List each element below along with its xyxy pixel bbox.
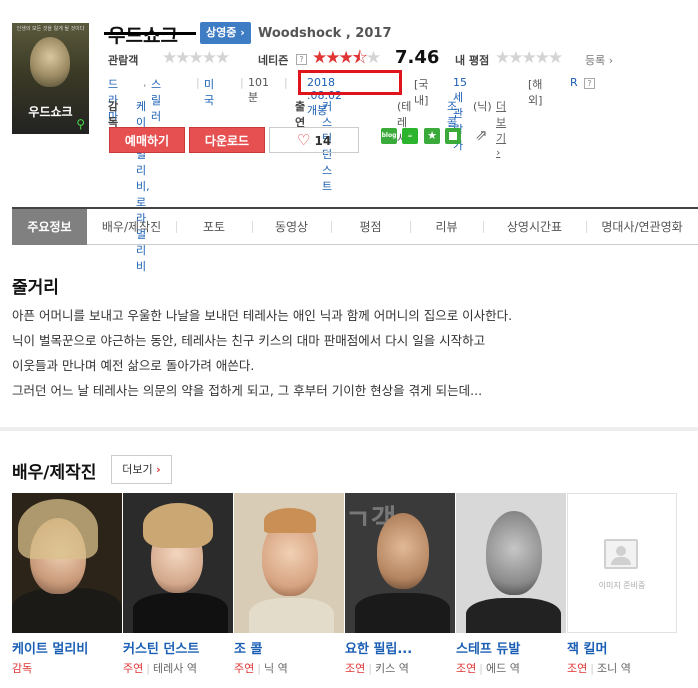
poster-face-art [30, 37, 70, 87]
divider: | [240, 76, 244, 89]
synopsis-body: 아픈 어머니를 보내고 우울한 나날을 보내던 테레사는 애인 닉과 함께 어머… [12, 303, 692, 403]
tab-showtimes[interactable]: 상영시간표 [483, 209, 586, 245]
download-button[interactable]: 다운로드 [189, 127, 265, 153]
movie-poster[interactable]: 인생의 모든 것을 잃게 될 것이다 우드쇼크 ⚲ [12, 23, 89, 134]
movie-tabs: 주요정보 배우/제작진 포토 동영상 평점 리뷰 상영시간표 명대사/연관영화 [12, 207, 698, 245]
no-image-label: 이미지 준비중 [598, 581, 646, 590]
cast-more-button[interactable]: 더보기 › [111, 455, 172, 484]
cast-name-4[interactable]: 요한 필립... [345, 638, 412, 657]
audience-label: 관람객 [108, 54, 139, 67]
cast-more-link[interactable]: 더보기 › [496, 98, 506, 159]
netizen-score: 7.46 [395, 47, 440, 68]
directors-link[interactable]: 케이트 멀리비, 로라 멀리비 [136, 98, 150, 274]
tab-photo[interactable]: 포토 [176, 209, 252, 245]
blog-share-icon[interactable]: blog [381, 128, 397, 144]
zoom-icon[interactable]: ⚲ [76, 117, 85, 131]
foreign-label: [해외] [528, 78, 543, 107]
cast-photo-2[interactable] [123, 493, 233, 633]
cast-type: 조연 [456, 662, 477, 675]
genre-separator: , [143, 76, 147, 89]
domestic-label: [국내] [414, 78, 429, 107]
netizen-stars: ★★★⯪★ [312, 48, 381, 68]
tab-cast-crew[interactable]: 배우/제작진 [87, 209, 176, 245]
ratings-row: 관람객 ★★★★★ 네티즌 ? ★★★⯪★ 7.46 내 평점 ★★★★★ 등록… [108, 47, 698, 70]
synopsis-line: 이웃들과 만나며 예전 삶으로 돌아가려 애쓴다. [12, 358, 255, 373]
cast-role-1: 감독 [12, 660, 32, 676]
cast-type: 주연 [123, 662, 144, 675]
cast-label: 출연 [295, 100, 306, 129]
cast-name-1[interactable]: 케이트 멀리비 [12, 638, 88, 657]
cast-role-2: 주연 | 테레사 역 [123, 662, 197, 675]
cast-section-title: 배우/제작진 [12, 463, 97, 483]
cast-role-6: 조연 | 조니 역 [567, 662, 631, 675]
poster-tagline: 인생의 모든 것을 잃게 될 것이다 [16, 26, 85, 32]
cafe-share-icon[interactable]: ☕ [402, 128, 418, 144]
original-title: Woodshock , 2017 [258, 26, 392, 41]
reserve-button[interactable]: 예매하기 [109, 127, 185, 153]
like-count: 14 [314, 134, 332, 148]
chevron-right-icon: › [156, 463, 161, 476]
share-export-icon[interactable]: ⇗ [475, 126, 488, 144]
cast-photo-placeholder: 이미지 준비중 [567, 493, 677, 633]
cast-photo-1[interactable] [12, 493, 122, 633]
cast-name-5[interactable]: 스테프 듀발 [456, 638, 520, 657]
divider: | [284, 76, 288, 89]
tab-quotes-related[interactable]: 명대사/연관영화 [586, 209, 698, 245]
register-link[interactable]: 등록 › [585, 52, 613, 68]
section-divider [0, 427, 698, 431]
synopsis-line: 아픈 어머니를 보내고 우울한 나날을 보내던 테레사는 애인 닉과 함께 어머… [12, 308, 513, 323]
tab-video[interactable]: 동영상 [252, 209, 331, 245]
cast-role-5: 조연 | 에드 역 [456, 662, 520, 675]
cast-link-2[interactable]: 조 콜 [447, 98, 457, 130]
star-share-icon[interactable]: ★ [424, 128, 440, 144]
release-highlight-box [298, 70, 402, 95]
netizen-help-icon[interactable]: ? [296, 54, 307, 65]
cast-name-2[interactable]: 커스틴 던스트 [123, 638, 199, 657]
director-label: 감독 [108, 100, 119, 129]
synopsis-line: 그러던 어느 날 테레사는 의문의 약을 접하게 되고, 그 후부터 기이한 현… [12, 383, 483, 398]
audience-stars: ★★★★★ [162, 48, 230, 68]
cast-role-2: (닉) [473, 100, 492, 113]
cast-name-3[interactable]: 조 콜 [234, 638, 262, 657]
like-button[interactable]: ♡ 14 [269, 127, 359, 153]
tab-rating[interactable]: 평점 [331, 209, 410, 245]
cast-character: 에드 역 [485, 662, 520, 675]
cast-more-label: 더보기 [122, 463, 153, 476]
no-image-icon [604, 539, 638, 569]
status-badge[interactable]: 상영중 › [200, 22, 251, 44]
tab-main-info[interactable]: 주요정보 [12, 209, 87, 245]
my-rating-label: 내 평점 [455, 54, 490, 67]
cast-type: 주연 [234, 662, 255, 675]
synopsis-title: 줄거리 [12, 278, 59, 298]
netizen-label: 네티즌 [258, 54, 289, 67]
my-rating-stars[interactable]: ★★★★★ [495, 50, 563, 67]
cast-character: 테레사 역 [152, 662, 197, 675]
cast-name-6[interactable]: 잭 킬머 [567, 638, 607, 657]
cast-type: 조연 [345, 662, 366, 675]
cast-photo-3[interactable] [234, 493, 344, 633]
cast-type: 조연 [567, 662, 588, 675]
cast-character: 키스 역 [374, 662, 409, 675]
tab-review[interactable]: 리뷰 [410, 209, 483, 245]
title-redaction-line [104, 32, 196, 35]
cast-character: 닉 역 [263, 662, 288, 675]
cast-role-4: 조연 | 키스 역 [345, 662, 409, 675]
cast-type: 감독 [12, 662, 33, 675]
rating-help-icon[interactable]: ? [584, 78, 595, 89]
cast-character: 조니 역 [596, 662, 631, 675]
foreign-rating[interactable]: R [570, 76, 578, 89]
synopsis-line: 닉이 벌목꾼으로 야근하는 동안, 테레사는 친구 키스의 대마 판매점에서 다… [12, 333, 486, 348]
kakao-share-icon[interactable] [445, 128, 461, 144]
cast-role-3: 주연 | 닉 역 [234, 662, 288, 675]
genre-thriller[interactable]: 스릴러 [151, 76, 161, 124]
divider: | [196, 76, 200, 89]
country-link[interactable]: 미국 [204, 76, 214, 108]
cast-photo-4[interactable]: ㄱ객 [345, 493, 455, 633]
runtime: 101분 [248, 76, 269, 104]
heart-icon: ♡ [296, 131, 311, 149]
cast-photo-5[interactable] [456, 493, 566, 633]
